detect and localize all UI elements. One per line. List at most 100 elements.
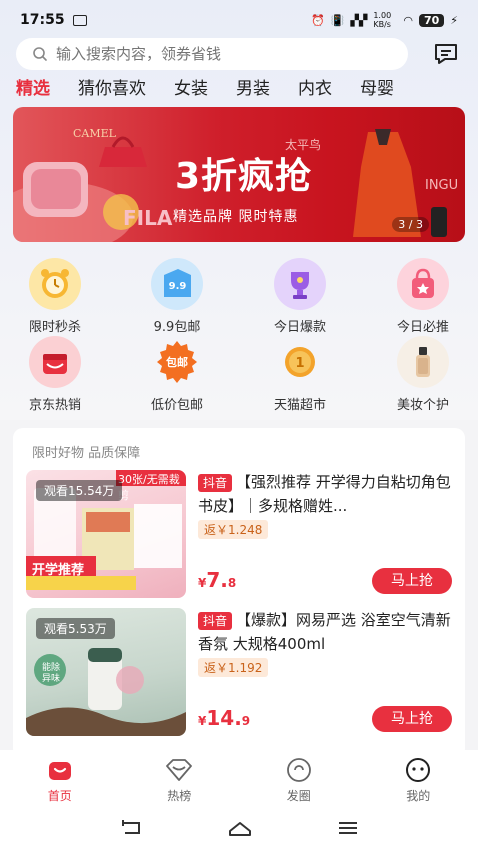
product-title-block: 抖音 【强烈推荐 开学得力自粘切角包书皮】｜多规格赠姓... [198, 470, 454, 518]
status-time: 17:55 [20, 12, 65, 28]
message-icon [435, 44, 457, 64]
product-card[interactable]: 30张/无需裁剪 观看15.54万 开学推荐 抖音 【强烈推荐 开学得力自粘切角包… [26, 470, 452, 600]
coin-badge-icon: 包邮 [151, 336, 203, 388]
signal-icon: ▞▞ [350, 13, 368, 27]
category-tabs: 精选 猜你喜欢 女装 男装 内衣 母婴 [16, 74, 422, 99]
shopping-bag-icon [397, 258, 449, 310]
product-price: ¥7.8 [198, 568, 237, 592]
platform-tag: 抖音 [198, 474, 233, 492]
svg-text:1: 1 [295, 356, 304, 371]
category-label: 京东热销 [28, 398, 81, 413]
category-label: 限时秒杀 [28, 320, 81, 335]
svg-text:9.9: 9.9 [169, 281, 187, 292]
diamond-icon [120, 756, 240, 784]
category-must-buy-today[interactable]: 今日必推 [368, 258, 478, 335]
tab-women[interactable]: 女装 [174, 74, 208, 99]
tab-mother-baby[interactable]: 母婴 [360, 74, 394, 99]
profile-face-icon [359, 756, 478, 784]
search-icon [33, 47, 47, 61]
vibrate-icon: 📳 [330, 13, 345, 27]
tab-men[interactable]: 男装 [236, 74, 270, 99]
search-input[interactable] [56, 45, 356, 63]
category-label: 今日爆款 [273, 320, 326, 335]
thumb-top-text: 30张/无需裁剪 [118, 473, 180, 502]
banner-subtitle: 精选品牌 限时特惠 [173, 209, 299, 225]
category-low-price-free-shipping[interactable]: 包邮 低价包邮 [122, 336, 232, 413]
home-icon [0, 756, 120, 784]
battery-icon: 70 [418, 13, 445, 27]
view-count: 观看5.53万 [36, 618, 115, 639]
alarm-icon: ⏰ [311, 13, 325, 27]
brand-ingu: INGU [425, 178, 458, 193]
nav-hot-list[interactable]: 热榜 [120, 756, 240, 804]
thumb-label: 能除异味 [41, 663, 60, 684]
screen-record-icon [72, 14, 87, 26]
net-speed: 1.00 KB/s [373, 11, 392, 29]
status-bar: 17:55 ⏰ 📳 ▞▞ 1.00 KB/s ◠ 70 ⚡ [0, 0, 478, 40]
nav-share-circle[interactable]: 发圈 [239, 756, 359, 804]
back-icon[interactable] [119, 819, 143, 837]
search-box[interactable] [16, 38, 408, 70]
nav-label: 首页 [47, 789, 72, 803]
tab-guess-you-like[interactable]: 猜你喜欢 [78, 74, 146, 99]
banner-page-indicator: 3 / 3 [392, 217, 429, 232]
category-flash-sale[interactable]: 限时秒杀 [0, 258, 110, 335]
product-image: 观看5.53万 能除异味 [26, 608, 186, 736]
product-card[interactable]: 观看5.53万 能除异味 抖音 【爆款】网易严选 浴室空气清新香氛 大规格400m… [26, 608, 452, 738]
tab-featured[interactable]: 精选 [16, 74, 50, 99]
brand-fila: FILA [123, 206, 173, 230]
product-title: 【强烈推荐 开学得力自粘切角包书皮】｜多规格赠姓... [198, 473, 451, 515]
category-beauty-care[interactable]: 美妆个护 [368, 336, 478, 413]
nav-mine[interactable]: 我的 [359, 756, 478, 804]
category-grid: 限时秒杀 9.9 9.9包邮 今日爆款 今日必推 京东热销 包邮 低价包邮 1 [0, 256, 478, 413]
product-title-block: 抖音 【爆款】网易严选 浴室空气清新香氛 大规格400ml [198, 608, 454, 656]
gift-box-icon [29, 336, 81, 388]
trophy-icon [274, 258, 326, 310]
nav-home[interactable]: 首页 [0, 756, 120, 804]
thumb-label: 开学推荐 [32, 563, 85, 578]
rebate-badge: 返￥1.248 [198, 520, 269, 539]
category-label: 9.9包邮 [153, 320, 201, 335]
buy-now-button[interactable]: 马上抢 [372, 706, 452, 732]
bottom-bar: 首页 热榜 发圈 我的 [0, 750, 478, 850]
wifi-icon: ◠ [403, 13, 413, 27]
status-icons: ⏰ 📳 ▞▞ 1.00 KB/s ◠ 70 ⚡ [311, 11, 458, 29]
brand-camel: CAMEL [73, 127, 117, 140]
home-key-icon[interactable] [227, 819, 253, 837]
category-label: 低价包邮 [150, 398, 203, 413]
rebate-badge: 返￥1.192 [198, 658, 269, 677]
category-label: 今日必推 [396, 320, 449, 335]
foundation-bottle-icon [397, 336, 449, 388]
coin-icon: 1 [274, 336, 326, 388]
category-hot-today[interactable]: 今日爆款 [245, 258, 355, 335]
message-button[interactable] [430, 38, 462, 70]
nav-label: 热榜 [167, 789, 192, 803]
product-image: 30张/无需裁剪 观看15.54万 开学推荐 [26, 470, 186, 598]
platform-tag: 抖音 [198, 612, 233, 630]
nav-label: 发圈 [286, 789, 311, 803]
share-circle-icon [239, 756, 359, 784]
product-title: 【爆款】网易严选 浴室空气清新香氛 大规格400ml [198, 611, 451, 653]
category-label: 天猫超市 [273, 398, 326, 413]
tab-underwear[interactable]: 内衣 [298, 74, 332, 99]
alarm-clock-icon [29, 258, 81, 310]
search-row [16, 38, 462, 70]
category-tmall-supermarket[interactable]: 1 天猫超市 [245, 336, 355, 413]
buy-now-button[interactable]: 马上抢 [372, 568, 452, 594]
system-nav-bar [0, 816, 478, 840]
svg-text:包邮: 包邮 [165, 355, 188, 369]
menu-key-icon[interactable] [337, 819, 359, 837]
category-jd-hot[interactable]: 京东热销 [0, 336, 110, 413]
charging-icon: ⚡ [450, 13, 458, 27]
category-9-9-free-shipping[interactable]: 9.9 9.9包邮 [122, 258, 232, 335]
promo-banner[interactable]: CAMEL FILA 太平鸟 INGU 3折疯抢 精选品牌 限时特惠 3 / 3 [13, 107, 465, 242]
view-count: 观看15.54万 [36, 480, 123, 501]
banner-title: 3折疯抢 [175, 156, 313, 197]
product-price: ¥14.9 [198, 706, 251, 730]
price-tag-icon: 9.9 [151, 258, 203, 310]
category-label: 美妆个护 [396, 398, 449, 413]
bottom-nav: 首页 热榜 发圈 我的 [0, 756, 478, 804]
product-section: 限时好物 品质保障 30张/无需裁剪 观看15.54万 开学推荐 抖音 【强烈推荐… [13, 428, 465, 758]
section-heading: 限时好物 品质保障 [32, 446, 141, 461]
nav-label: 我的 [406, 789, 431, 803]
